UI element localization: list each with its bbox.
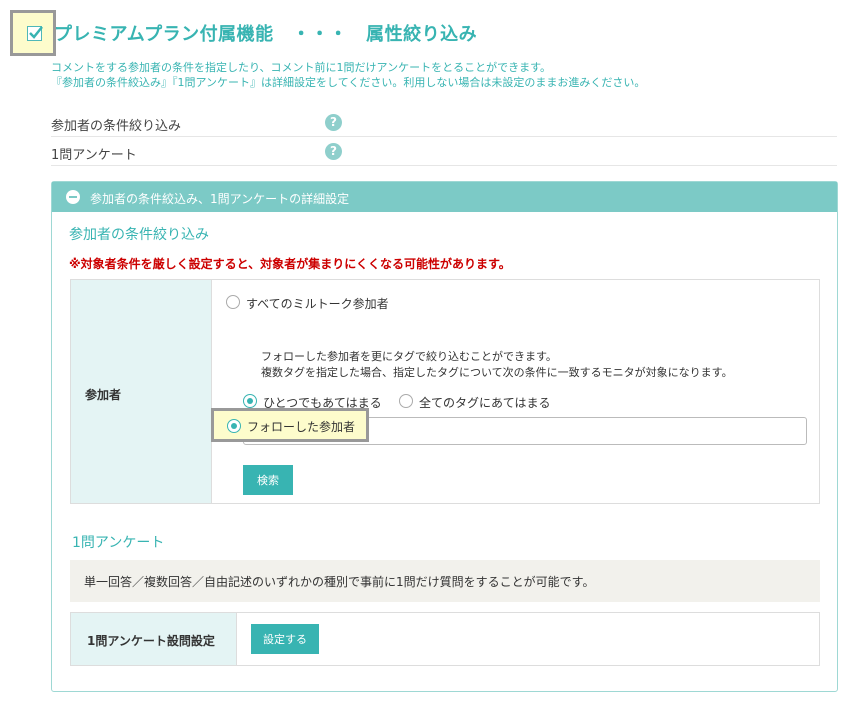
participant-row-label: 参加者: [85, 388, 122, 402]
survey-settings-table: 1問アンケート設問設定 設定する: [70, 612, 820, 666]
followed-note-line-2: 複数タグを指定した場合、指定したタグについて次の条件に一致するモニタが対象になり…: [261, 366, 733, 379]
panel-header[interactable]: 参加者の条件絞込み、1問アンケートの詳細設定: [52, 182, 837, 212]
survey-row-header: 1問アンケート設問設定: [71, 613, 237, 665]
filter-warning: ※対象者条件を厳しく設定すると、対象者が集まりにくくなる可能性があります。: [69, 257, 511, 271]
survey-description: 単一回答／複数回答／自由記述のいずれかの種別で事前に1問だけ質問をすることが可能…: [70, 560, 820, 602]
help-icon[interactable]: ?: [325, 114, 342, 131]
participant-row-header: 参加者: [71, 280, 212, 503]
option-label: 1問アンケート: [51, 148, 137, 163]
option-row-participant-filter: 参加者の条件絞り込み ?: [51, 109, 837, 137]
radio-all-participants[interactable]: [226, 295, 240, 309]
survey-section-title: 1問アンケート: [72, 535, 165, 551]
description-line-2: 『参加者の条件絞込み』『1問アンケート』は詳細設定をしてください。利用しない場合…: [51, 76, 646, 89]
radio-followed-participants[interactable]: [227, 419, 241, 433]
option-label: 参加者の条件絞り込み: [51, 119, 182, 134]
option-row-one-question-survey: 1問アンケート ?: [51, 138, 837, 166]
page-title: プレミアムプラン付属機能 ・・・ 属性絞り込み: [54, 24, 478, 45]
participant-filter-table: 参加者 すべてのミルトーク参加者 フォローした参加者を更にタグで絞り込むことがで…: [70, 279, 820, 504]
premium-feature-checkbox[interactable]: [27, 26, 43, 41]
description-line-1: コメントをする参加者の条件を指定したり、コメント前に1問だけアンケートをとること…: [51, 61, 552, 74]
premium-feature-checkbox-highlight[interactable]: [10, 10, 56, 56]
radio-match-any-tag[interactable]: [243, 394, 257, 408]
radio-followed-participants-label[interactable]: フォローした参加者: [247, 418, 355, 435]
followed-participants-highlight[interactable]: フォローした参加者: [211, 408, 369, 442]
survey-setup-button[interactable]: 設定する: [251, 624, 319, 654]
search-button[interactable]: 検索: [243, 465, 293, 495]
followed-note-line-1: フォローした参加者を更にタグで絞り込むことができます。: [261, 350, 557, 363]
detail-settings-panel: 参加者の条件絞込み、1問アンケートの詳細設定 参加者の条件絞り込み ※対象者条件…: [51, 181, 838, 692]
checkmark-icon: [29, 26, 43, 39]
filter-section-title: 参加者の条件絞り込み: [69, 227, 209, 243]
radio-match-all-tags[interactable]: [399, 394, 413, 408]
radio-match-all-tags-label[interactable]: 全てのタグにあてはまる: [419, 394, 551, 411]
survey-row-label: 1問アンケート設問設定: [87, 634, 215, 648]
help-icon[interactable]: ?: [325, 143, 342, 160]
radio-all-participants-label[interactable]: すべてのミルトーク参加者: [246, 295, 389, 312]
panel-title: 参加者の条件絞込み、1問アンケートの詳細設定: [90, 192, 350, 206]
collapse-minus-icon[interactable]: [66, 190, 80, 204]
